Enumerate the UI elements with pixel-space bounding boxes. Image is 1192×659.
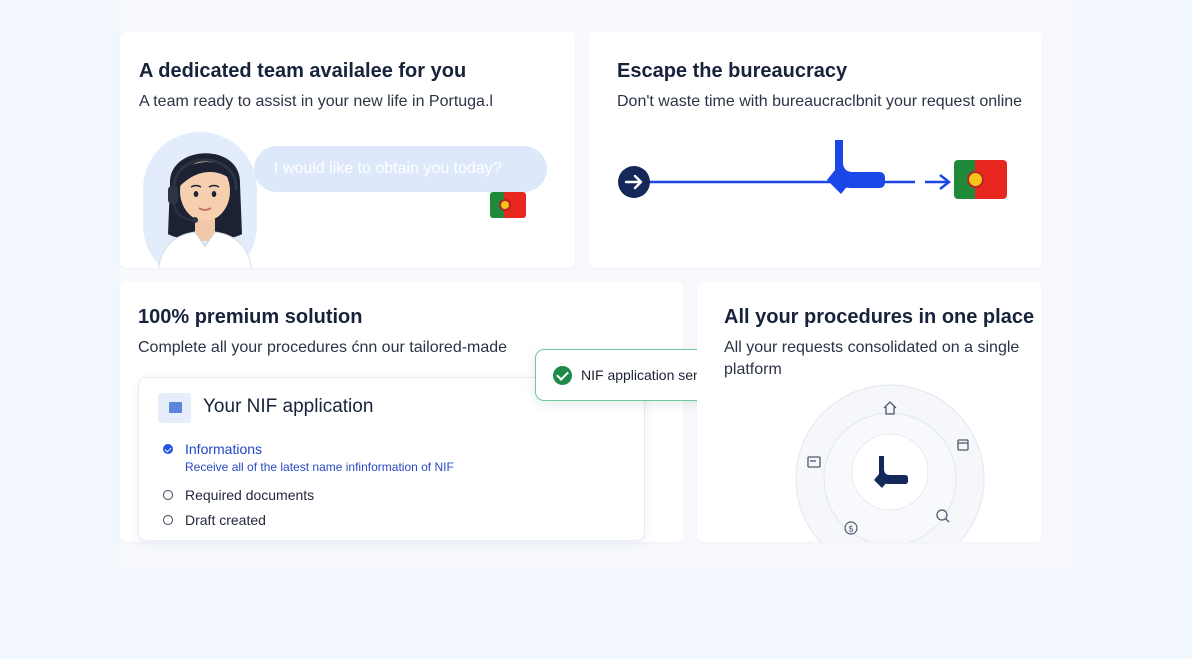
arrow-head-icon [925, 174, 952, 190]
dollar-icon: $ [844, 521, 858, 535]
step-label: Draft created [185, 512, 266, 528]
nif-application-panel: Your NIF application Informations Receiv… [138, 377, 645, 541]
check-icon [163, 444, 173, 454]
premium-card: 100% premium solution Complete all your … [120, 282, 683, 542]
home-icon [883, 401, 897, 415]
nif-title: Your NIF application [203, 396, 374, 417]
procedures-subtitle: All your requests consolidated on a sing… [724, 339, 1020, 378]
chat-search-icon [936, 509, 950, 523]
procedures-card: All your procedures in one place All you… [697, 282, 1042, 542]
brand-logo-icon [874, 456, 908, 488]
bureaucracy-title: Escape the bureaucracy [617, 60, 848, 82]
procedures-title: All your procedures in one place [724, 306, 1035, 328]
step-label: Required documents [185, 487, 315, 503]
bureaucracy-subtitle: Don't waste time with bureaucraclbnit yo… [617, 93, 1023, 110]
bureaucracy-card: Escape the bureaucracy Don't waste time … [589, 32, 1042, 268]
nif-sent-toast: NIF application sent [535, 349, 722, 401]
svg-text:$: $ [848, 525, 854, 535]
portugal-flag-icon [490, 192, 526, 218]
platform-rings: $ [795, 384, 985, 542]
team-subtitle: A team ready to assist in your new life … [139, 93, 493, 110]
document-icon [158, 393, 191, 423]
brand-logo-icon [827, 140, 885, 194]
toast-text: NIF application sent [581, 367, 705, 383]
pending-icon [163, 490, 173, 500]
pending-icon [163, 515, 173, 525]
headset-agent-icon [158, 153, 252, 268]
chat-bubble: I would like to obtain you today? [254, 146, 547, 192]
store-icon [957, 439, 969, 451]
step-description: Receive all of the latest name infinform… [185, 460, 454, 474]
step-label: Informations [185, 441, 263, 457]
portugal-flag-icon [954, 160, 1007, 199]
team-card: A dedicated team availalee for you A tea… [120, 32, 575, 268]
arrow-right-icon [618, 166, 650, 198]
premium-title: 100% premium solution [138, 306, 363, 328]
card-icon [807, 456, 821, 468]
check-icon [553, 366, 572, 385]
team-title: A dedicated team availalee for you [139, 60, 467, 82]
